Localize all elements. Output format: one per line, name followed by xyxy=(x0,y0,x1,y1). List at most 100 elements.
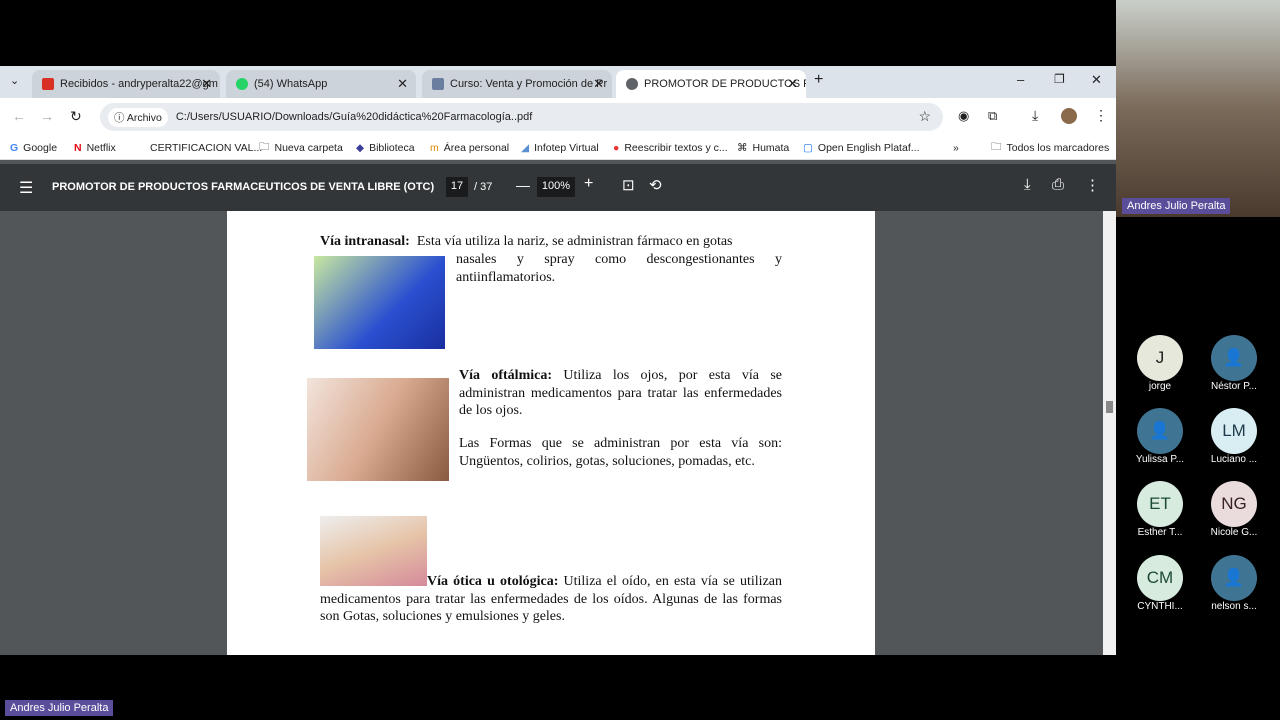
extensions-puzzle-icon[interactable]: ⧉ xyxy=(988,108,997,124)
bookmark-humata[interactable]: ⌘ Humata xyxy=(737,142,789,154)
infotep-icon: ◢ xyxy=(521,141,530,154)
oftalmica-formas: Las Formas que se administran por esta v… xyxy=(459,436,782,469)
intranasal-paragraph: Vía intranasal: Esta vía utiliza la nari… xyxy=(320,233,782,251)
humata-icon: ⌘ xyxy=(737,141,748,154)
tab-pdf[interactable]: PROMOTOR DE PRODUCTOS FA ✕ xyxy=(616,70,806,98)
zoom-input[interactable]: 100% xyxy=(537,177,575,197)
participant-avatar: LM xyxy=(1211,408,1257,454)
scroll-thumb[interactable] xyxy=(1106,401,1113,413)
gmail-icon xyxy=(42,78,54,90)
close-tab-icon[interactable]: ✕ xyxy=(201,76,212,92)
all-bookmarks[interactable]: 🗀 Todos los marcadores xyxy=(991,139,1109,157)
participant-name: jorge xyxy=(1148,381,1172,392)
menu-icon[interactable]: ⋮ xyxy=(1094,107,1108,124)
bookmark-label: Reescribir textos y c... xyxy=(624,141,728,154)
more-options-icon[interactable]: ⋮ xyxy=(1085,176,1100,194)
bookmark-star-icon[interactable]: ☆ xyxy=(918,108,931,125)
pdf-title: PROMOTOR DE PRODUCTOS FARMACEUTICOS DE V… xyxy=(52,181,435,193)
zoom-out-button[interactable]: — xyxy=(516,177,530,193)
zoom-in-button[interactable]: + xyxy=(584,175,593,193)
participant-avatar: NG xyxy=(1211,481,1257,527)
participant-tile[interactable]: LM Luciano ... xyxy=(1197,408,1271,465)
participant-tile[interactable]: 👤 Néstor P... xyxy=(1197,335,1271,392)
participant-avatar: J xyxy=(1137,335,1183,381)
back-button[interactable]: ← xyxy=(12,108,26,124)
bookmark-nueva-carpeta[interactable]: 🗀 Nueva carpeta xyxy=(259,139,343,157)
otica-title: Vía ótica u otológica: xyxy=(427,574,559,589)
whatsapp-icon xyxy=(236,78,248,90)
scrollbar[interactable] xyxy=(1103,211,1116,655)
sidebar-menu-icon[interactable]: ☰ xyxy=(19,178,33,198)
quillbot-icon: ● xyxy=(613,141,620,154)
intranasal-title: Vía intranasal: xyxy=(320,234,410,249)
bookmark-biblioteca[interactable]: ◆ Biblioteca xyxy=(356,142,415,154)
page-total: / 37 xyxy=(474,181,493,193)
folder-icon: 🗀 xyxy=(259,140,270,153)
bookmark-google[interactable]: G Google xyxy=(10,142,57,154)
browser-window: ⌄ Recibidos - andryperalta22@gm ✕ (54) Wh… xyxy=(0,66,1116,655)
bookmark-area-personal[interactable]: m Área personal xyxy=(430,142,509,154)
close-tab-icon[interactable]: ✕ xyxy=(397,76,408,92)
participant-tile[interactable]: NG Nicole G... xyxy=(1197,481,1271,538)
close-window-button[interactable]: ✕ xyxy=(1091,72,1102,88)
participant-tile[interactable]: 👤 nelson s... xyxy=(1197,555,1271,612)
intranasal-text-cont: nasales y spray como descongestionantes … xyxy=(456,252,782,285)
bookmark-label: Google xyxy=(23,141,58,154)
new-tab-button[interactable]: + xyxy=(814,71,823,89)
address-bar[interactable]: ⓘ Archivo C:/Users/USUARIO/Downloads/Guí… xyxy=(100,103,943,131)
profile-avatar[interactable] xyxy=(1061,108,1077,124)
rotate-icon[interactable]: ⟲ xyxy=(649,176,662,194)
restore-button[interactable]: ❐ xyxy=(1054,72,1065,86)
person-icon: 👤 xyxy=(1211,555,1257,601)
tab-gmail[interactable]: Recibidos - andryperalta22@gm ✕ xyxy=(32,70,220,98)
bookmark-label: Netflix xyxy=(86,141,116,154)
print-icon[interactable]: ⎙ xyxy=(1052,176,1064,193)
bookmark-label: Nueva carpeta xyxy=(274,141,343,154)
oftalmica-title: Vía oftálmica: xyxy=(459,368,553,383)
tab-curso[interactable]: Curso: Venta y Promoción de Pr ✕ xyxy=(422,70,612,98)
minimize-button[interactable]: – xyxy=(1017,72,1024,87)
page-number-input[interactable]: 17 xyxy=(446,177,468,197)
shield-icon: ◆ xyxy=(356,141,365,154)
tab-search-chevron-icon[interactable]: ⌄ xyxy=(10,74,19,87)
participant-name: Néstor P... xyxy=(1211,381,1257,392)
tab-whatsapp[interactable]: (54) WhatsApp ✕ xyxy=(226,70,416,98)
bookmark-reescribir[interactable]: ● Reescribir textos y c... xyxy=(613,142,728,154)
presenter-video: Andres Julio Peralta xyxy=(1116,0,1280,217)
participant-tile[interactable]: ET Esther T... xyxy=(1123,481,1197,538)
close-tab-icon[interactable]: ✕ xyxy=(593,76,604,92)
fit-page-icon[interactable]: ⊡ xyxy=(622,176,635,194)
bookmark-label: Área personal xyxy=(443,141,510,154)
nasal-spray-image xyxy=(314,256,445,349)
moodle-icon: m xyxy=(430,141,439,154)
participant-name: Yulissa P... xyxy=(1135,454,1185,465)
pdf-page: Vía intranasal: Esta vía utiliza la nari… xyxy=(227,211,875,655)
participant-tile[interactable]: CM CYNTHI... xyxy=(1123,555,1197,612)
extension-icon[interactable]: ◉ xyxy=(958,108,969,124)
participant-tile[interactable]: 👤 Yulissa P... xyxy=(1123,408,1197,465)
tab-label: Recibidos - andryperalta22@gm xyxy=(60,78,218,90)
site-info-chip[interactable]: ⓘ Archivo xyxy=(108,107,168,127)
forward-button[interactable]: → xyxy=(40,108,54,124)
participant-name: Nicole G... xyxy=(1210,527,1258,538)
participant-tile[interactable]: Jjorge xyxy=(1123,335,1197,392)
bookmark-label: Humata xyxy=(752,141,790,154)
close-tab-icon[interactable]: ✕ xyxy=(787,76,798,92)
download-icon[interactable]: ⤓ xyxy=(1024,176,1031,193)
download-icon[interactable]: ⤓ xyxy=(1032,107,1038,124)
bookmark-open-english[interactable]: ▢ Open English Plataf... xyxy=(803,142,919,154)
bookmark-certificacion[interactable]: CERTIFICACION VAL... xyxy=(150,142,262,154)
browser-toolbar: ← → ↻ ⓘ Archivo C:/Users/USUARIO/Downloa… xyxy=(0,98,1116,136)
reload-button[interactable]: ↻ xyxy=(70,108,82,125)
person-icon: 👤 xyxy=(1211,335,1257,381)
bookmark-netflix[interactable]: N Netflix xyxy=(74,142,116,154)
tab-label: Curso: Venta y Promoción de Pr xyxy=(450,78,608,90)
presenter-name-label: Andres Julio Peralta xyxy=(1122,198,1231,214)
oftalmica-paragraph: Vía oftálmica: Utiliza los ojos, por est… xyxy=(459,367,782,420)
bookmark-infotep[interactable]: ◢ Infotep Virtual xyxy=(521,142,599,154)
bookmarks-bar: G Google N Netflix CERTIFICACION VAL... 🗀 N… xyxy=(0,136,1116,160)
participant-name: CYNTHI... xyxy=(1137,601,1183,612)
tab-strip: ⌄ Recibidos - andryperalta22@gm ✕ (54) Wh… xyxy=(0,66,1116,98)
url-text[interactable]: C:/Users/USUARIO/Downloads/Guía%20didáct… xyxy=(176,111,532,123)
more-bookmarks-icon[interactable]: » xyxy=(953,142,959,154)
